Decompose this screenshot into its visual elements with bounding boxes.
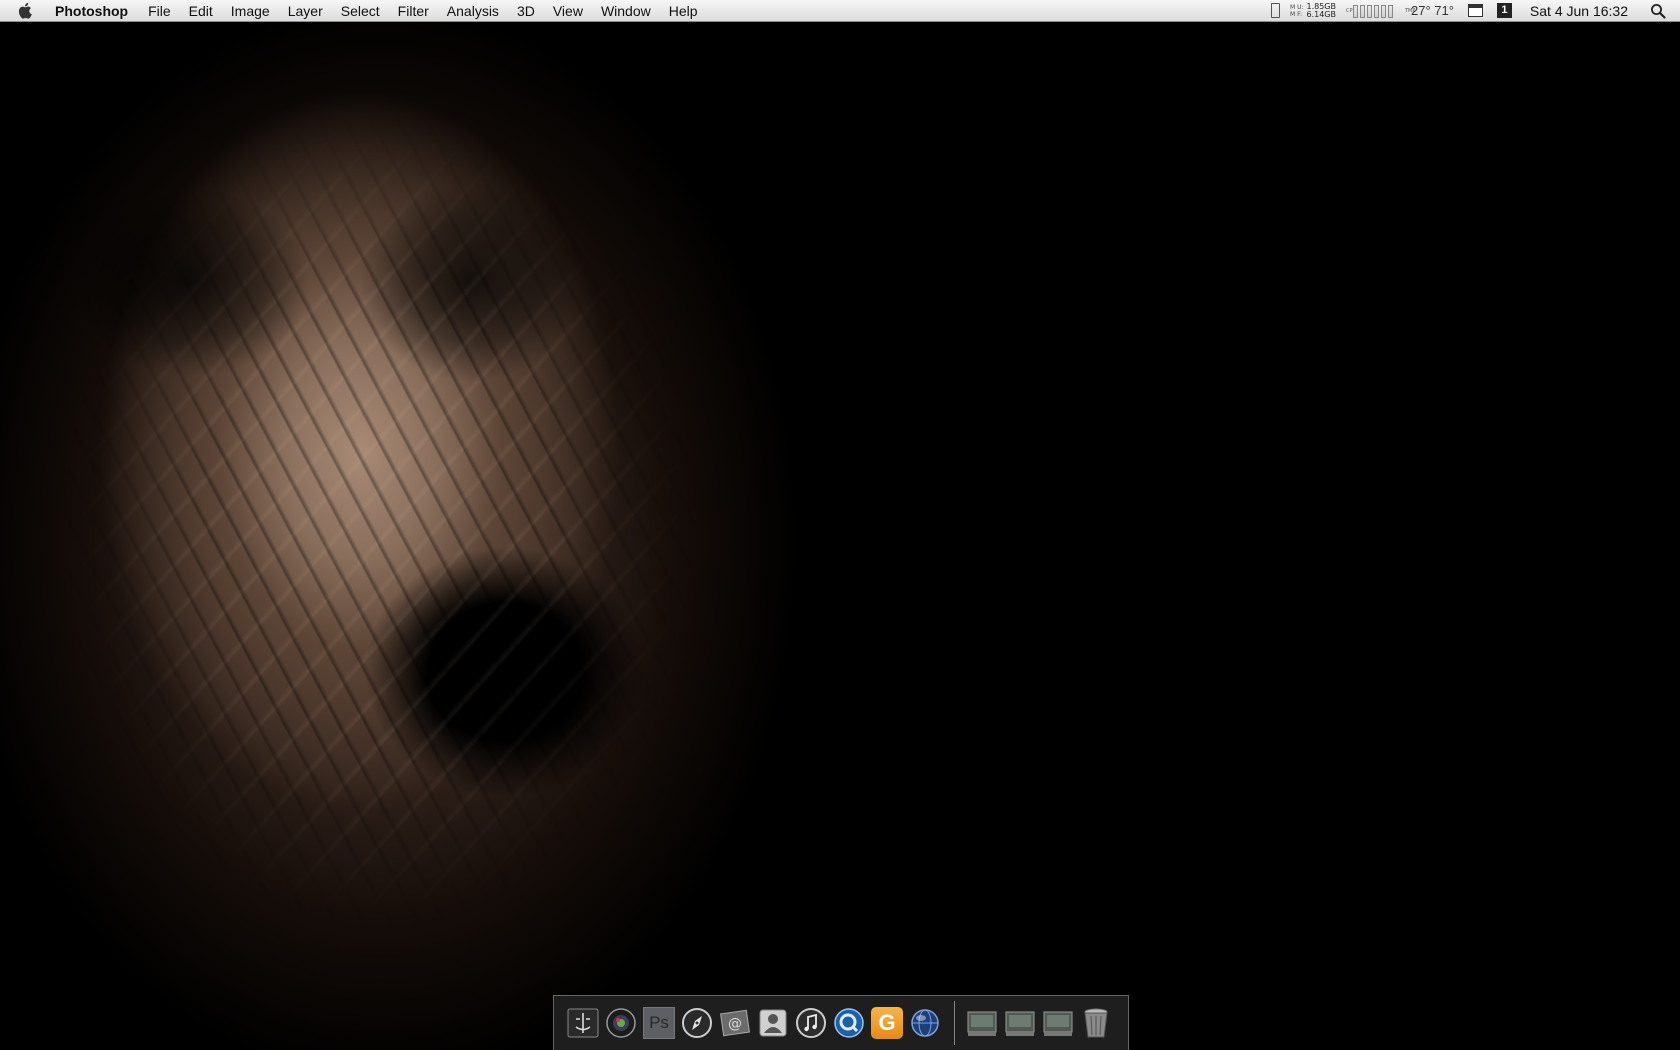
- menu-bar-extras: M U: M F: 1.85GB 6.14GB CPU TMP 27° 71° …: [1261, 0, 1680, 22]
- battery-icon: [1270, 3, 1280, 18]
- menu-select[interactable]: Select: [332, 0, 389, 22]
- memory-values: 1.85GB 6.14GB: [1306, 2, 1336, 19]
- menu-layer[interactable]: Layer: [279, 0, 332, 22]
- quicktime-icon[interactable]: [832, 1006, 866, 1040]
- cpu-meter[interactable]: CPU: [1346, 0, 1395, 22]
- memory-free-label: M F:: [1289, 10, 1303, 18]
- menu-clock[interactable]: Sat 4 Jun 16:32: [1530, 3, 1628, 19]
- cpu-meter-icon: CPU: [1345, 7, 1357, 14]
- photo-booth-icon[interactable]: [604, 1006, 638, 1040]
- growl-icon[interactable]: G: [870, 1006, 904, 1040]
- menu-3d[interactable]: 3D: [508, 0, 544, 22]
- safari-icon[interactable]: [680, 1006, 714, 1040]
- memory-meter[interactable]: M U: M F: 1.85GB 6.14GB: [1290, 0, 1336, 22]
- dock: Ps @ G: [553, 995, 1129, 1050]
- menu-file[interactable]: File: [139, 0, 180, 22]
- photoshop-label: Ps: [643, 1007, 675, 1039]
- address-book-icon[interactable]: [756, 1006, 790, 1040]
- menu-bar-left: Photoshop File Edit Image Layer Select F…: [0, 0, 707, 22]
- finder-icon[interactable]: [566, 1006, 600, 1040]
- menu-bar: Photoshop File Edit Image Layer Select F…: [0, 0, 1680, 22]
- menu-app-name[interactable]: Photoshop: [46, 0, 139, 22]
- apple-icon[interactable]: [14, 0, 34, 22]
- photoshop-icon[interactable]: Ps: [642, 1006, 676, 1040]
- memory-meter-icon: M U: M F:: [1290, 4, 1304, 18]
- stack-drive-icon[interactable]: [1003, 1006, 1037, 1040]
- cpu-core-bar: [1366, 4, 1372, 18]
- menu-analysis[interactable]: Analysis: [438, 0, 508, 22]
- menu-view[interactable]: View: [544, 0, 592, 22]
- menu-filter[interactable]: Filter: [389, 0, 438, 22]
- network-globe-icon[interactable]: [908, 1006, 942, 1040]
- menu-edit[interactable]: Edit: [180, 0, 222, 22]
- growl-label: G: [871, 1007, 903, 1039]
- cpu-core-bar: [1380, 4, 1386, 18]
- wallpaper-texture: [0, 22, 830, 1050]
- menu-window[interactable]: Window: [592, 0, 660, 22]
- menu-help[interactable]: Help: [660, 0, 707, 22]
- cpu-bars: [1352, 4, 1395, 18]
- spaces-icon: 1: [1496, 3, 1512, 18]
- spaces-extra[interactable]: 1: [1496, 0, 1512, 22]
- temperature-meter[interactable]: TMP 27° 71°: [1405, 0, 1454, 22]
- cpu-core-bar: [1373, 4, 1379, 18]
- cpu-core-bar: [1387, 4, 1393, 18]
- cpu-label: CPU: [1345, 7, 1357, 14]
- memory-used-label: M U:: [1289, 3, 1304, 11]
- temperature-meter-icon: TMP: [1404, 7, 1416, 14]
- spotlight-icon[interactable]: [1650, 3, 1666, 19]
- dock-separator: [954, 1001, 955, 1045]
- memory-free-value: 6.14GB: [1306, 9, 1336, 19]
- svg-text:@: @: [728, 1016, 742, 1032]
- temperature-label: TMP: [1404, 7, 1416, 14]
- itunes-icon[interactable]: [794, 1006, 828, 1040]
- stack-drive-icon[interactable]: [965, 1006, 999, 1040]
- menu-image[interactable]: Image: [222, 0, 279, 22]
- cpu-core-bar: [1359, 4, 1365, 18]
- calendar-icon: [1467, 4, 1483, 17]
- calendar-extra[interactable]: [1467, 0, 1483, 22]
- mail-icon[interactable]: @: [718, 1006, 752, 1040]
- battery-extra[interactable]: [1270, 0, 1280, 22]
- trash-icon[interactable]: [1079, 1006, 1113, 1040]
- desktop-wallpaper: [0, 22, 1680, 1050]
- cpu-core-bar: [1352, 4, 1358, 18]
- temperature-value: 27° 71°: [1410, 3, 1454, 18]
- stack-drive-icon[interactable]: [1041, 1006, 1075, 1040]
- desktop[interactable]: Photoshop File Edit Image Layer Select F…: [0, 0, 1680, 1050]
